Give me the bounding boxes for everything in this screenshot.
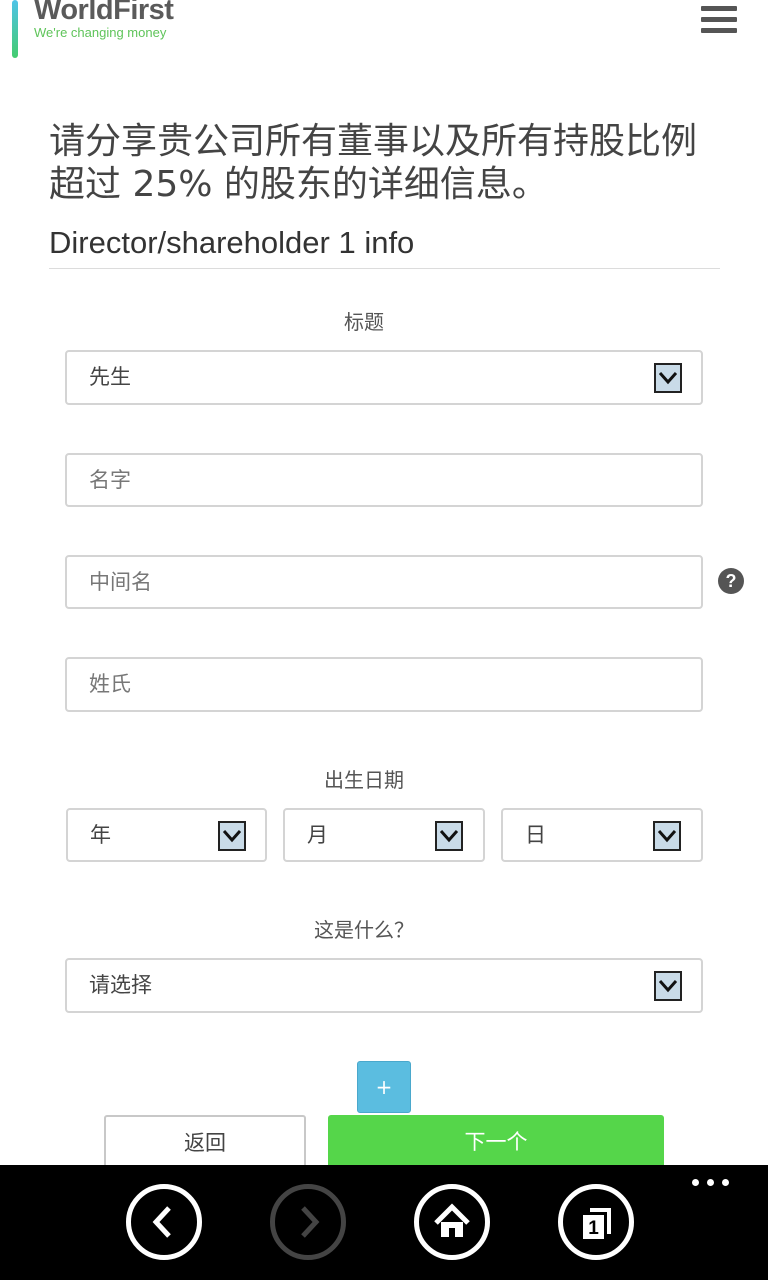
forward-arrow-icon[interactable] [270, 1184, 346, 1260]
dob-day-value: 日 [525, 823, 546, 847]
dob-year-value: 年 [90, 823, 111, 847]
add-director-button[interactable]: + [357, 1061, 411, 1113]
browser-nav-bar: 1 [0, 1165, 768, 1280]
dob-month-select[interactable]: 月 [283, 808, 485, 862]
back-arrow-icon[interactable] [126, 1184, 202, 1260]
dob-year-select[interactable]: 年 [66, 808, 267, 862]
first-name-input[interactable]: 名字 [65, 453, 703, 507]
section-divider [49, 268, 720, 269]
dob-label: 出生日期 [324, 768, 404, 792]
page-headline: 请分享贵公司所有董事以及所有持股比例超过 25% 的股东的详细信息。 [49, 121, 698, 205]
middle-name-placeholder: 中间名 [89, 570, 152, 594]
chevron-down-icon[interactable] [653, 821, 681, 851]
title-select-value: 先生 [89, 365, 131, 389]
dob-day-select[interactable]: 日 [501, 808, 703, 862]
more-dots-icon[interactable] [692, 1179, 730, 1189]
back-button[interactable]: 返回 [104, 1115, 306, 1171]
chevron-down-icon[interactable] [654, 363, 682, 393]
first-name-placeholder: 名字 [89, 468, 131, 492]
home-icon[interactable] [414, 1184, 490, 1260]
dob-month-value: 月 [307, 823, 328, 847]
chevron-down-icon[interactable] [435, 821, 463, 851]
role-select-value: 请选择 [89, 973, 152, 997]
chevron-down-icon[interactable] [218, 821, 246, 851]
logo-accent-bar [12, 0, 18, 58]
hamburger-menu-icon[interactable] [701, 4, 737, 34]
logo-name[interactable]: WorldFirst [34, 0, 174, 27]
role-select[interactable]: 请选择 [65, 958, 703, 1013]
chevron-down-icon[interactable] [654, 971, 682, 1001]
tabs-icon[interactable]: 1 [558, 1184, 634, 1260]
logo-tagline: We're changing money [34, 25, 167, 40]
last-name-input[interactable]: 姓氏 [65, 657, 703, 712]
tabs-count: 1 [588, 1218, 599, 1239]
title-label: 标题 [344, 310, 384, 334]
last-name-placeholder: 姓氏 [89, 672, 131, 696]
question-mark-icon[interactable]: ? [718, 568, 744, 594]
next-button[interactable]: 下一个 [328, 1115, 664, 1171]
role-label: 这是什么？ [314, 918, 414, 942]
title-select[interactable]: 先生 [65, 350, 703, 405]
section-title: Director/shareholder 1 info [49, 225, 415, 260]
middle-name-input[interactable]: 中间名 [65, 555, 703, 609]
